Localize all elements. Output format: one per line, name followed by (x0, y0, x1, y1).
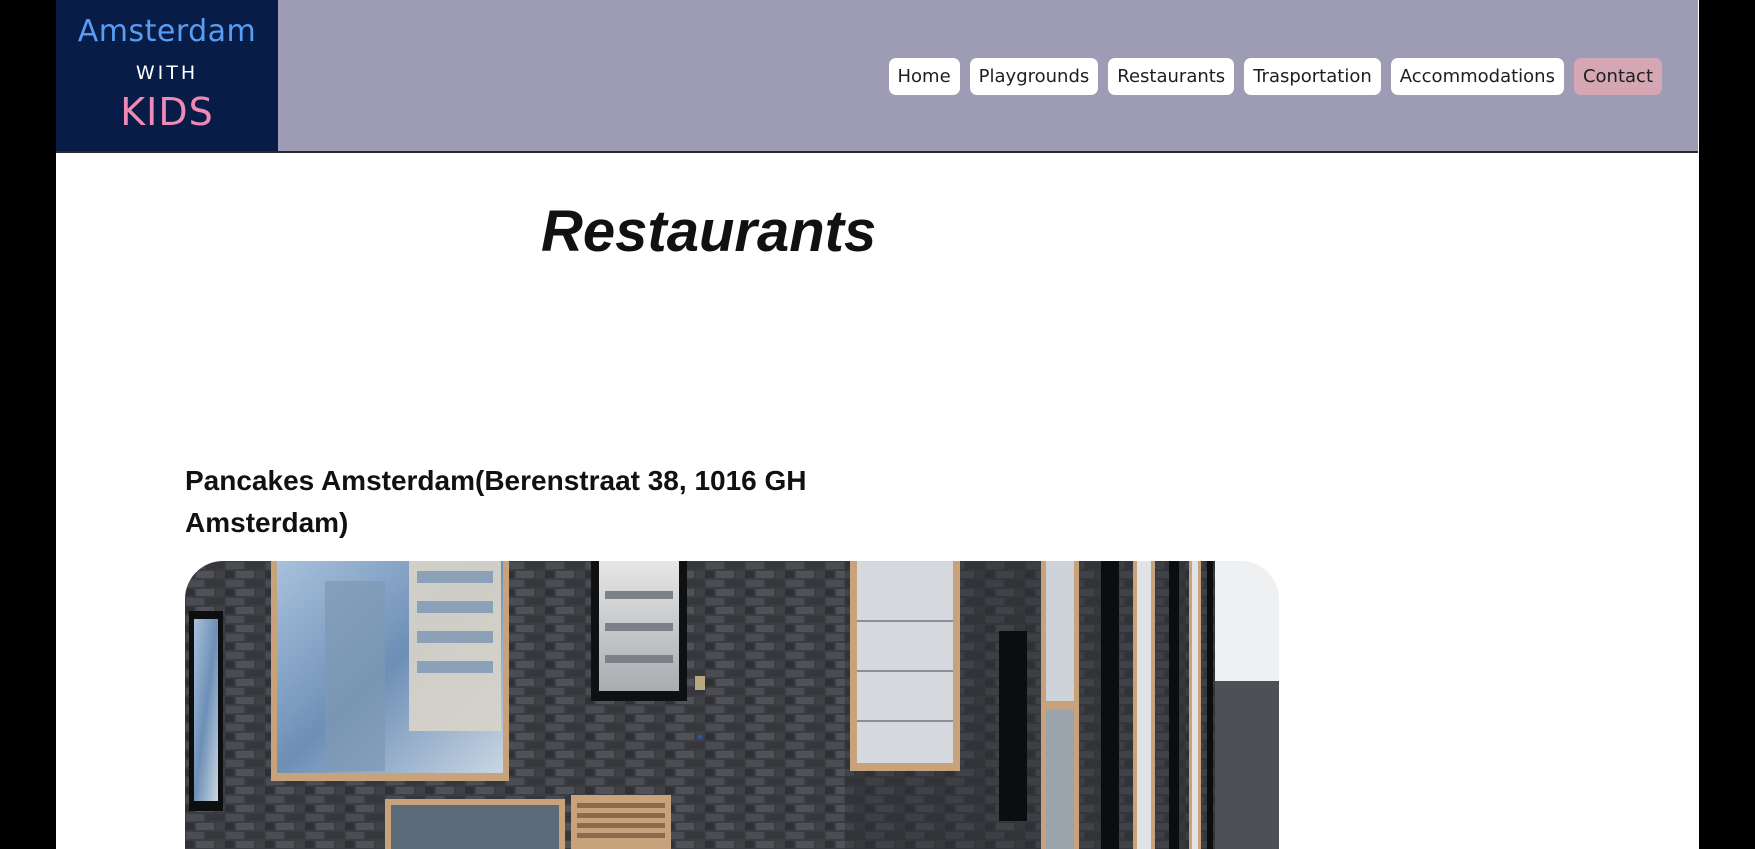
nav-playgrounds[interactable]: Playgrounds (969, 58, 1099, 95)
site-header: Amsterdam WITH KIDS Home Playgrounds Res… (56, 0, 1698, 153)
nav-contact[interactable]: Contact (1573, 58, 1662, 95)
logo-text-kids: KIDS (120, 90, 214, 134)
nav-transportation[interactable]: Trasportation (1244, 58, 1381, 95)
page: Amsterdam WITH KIDS Home Playgrounds Res… (56, 0, 1699, 849)
restaurant-photo (185, 561, 1279, 849)
page-title: Restaurants (541, 199, 877, 264)
logo-text-amsterdam: Amsterdam (77, 14, 257, 49)
building-image (185, 561, 1279, 849)
logo-text-with: WITH (135, 62, 199, 84)
site-logo[interactable]: Amsterdam WITH KIDS (56, 0, 278, 151)
main-nav: Home Playgrounds Restaurants Trasportati… (888, 58, 1662, 95)
nav-accommodations[interactable]: Accommodations (1390, 58, 1564, 95)
restaurant-name: Pancakes Amsterdam(Berenstraat 38, 1016 … (185, 465, 807, 538)
nav-home[interactable]: Home (888, 58, 960, 95)
nav-restaurants[interactable]: Restaurants (1108, 58, 1235, 95)
